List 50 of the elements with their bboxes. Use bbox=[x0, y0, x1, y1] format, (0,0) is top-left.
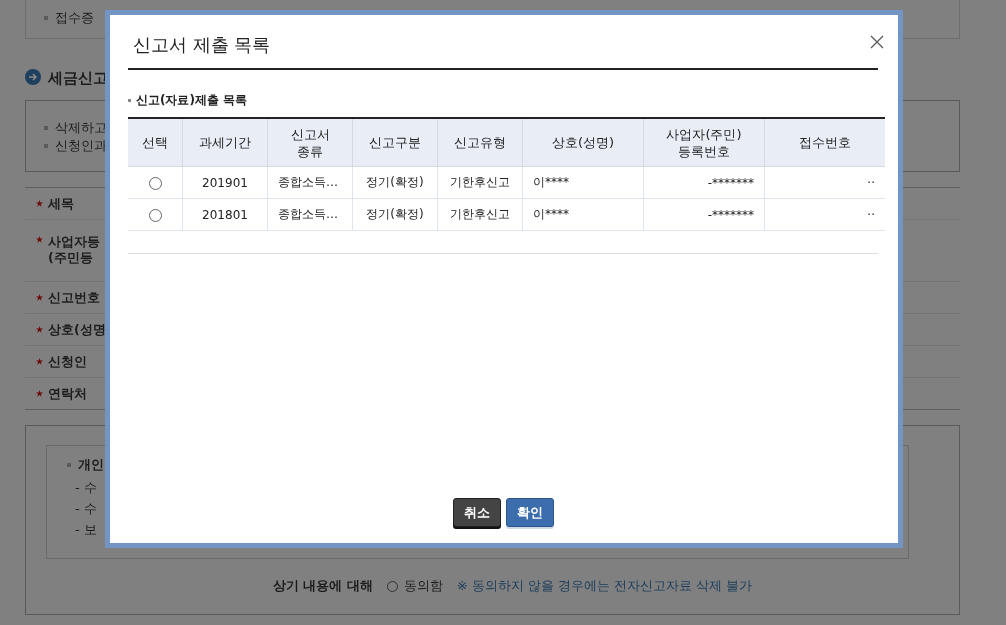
bullet-icon bbox=[67, 463, 71, 467]
column-header: 선택 bbox=[128, 118, 183, 167]
table-cell: 201801 bbox=[202, 207, 248, 222]
table-cell: 정기(확정) bbox=[366, 207, 424, 221]
table-cell: 기한후신고 bbox=[450, 207, 510, 221]
field-label: 사업자등 (주민등 bbox=[48, 234, 100, 266]
bullet-icon bbox=[44, 144, 48, 148]
table-caption: 신고(자료)제출 목록 bbox=[136, 92, 248, 109]
field-label: 연락처 bbox=[48, 385, 87, 402]
table-cell: 정기(확정) bbox=[366, 175, 424, 189]
table-cell: ·· bbox=[867, 207, 875, 222]
bullet-icon bbox=[44, 126, 48, 130]
consent-note: ※ 동의하지 않을 경우에는 전자신고자료 삭제 불가 bbox=[456, 577, 753, 595]
privacy-item: - 수 bbox=[75, 479, 97, 497]
table-cell: 기한후신고 bbox=[450, 175, 510, 189]
arrow-circle-icon bbox=[25, 68, 41, 88]
bullet-icon bbox=[128, 99, 131, 102]
bullet-icon bbox=[44, 16, 48, 20]
table-cell: 이**** bbox=[533, 207, 569, 221]
privacy-item: - 보 bbox=[75, 521, 97, 539]
column-header: 상호(성명) bbox=[522, 118, 644, 167]
section-title: 세금신고 bbox=[48, 68, 108, 88]
column-header: 신고구분 bbox=[352, 118, 438, 167]
consent-label: 상기 내용에 대해 bbox=[272, 577, 373, 595]
column-header: 사업자(주민) 등록번호 bbox=[643, 118, 765, 167]
field-label: 세목 bbox=[48, 195, 74, 212]
agree-label[interactable]: 동의함 bbox=[403, 577, 443, 595]
table-cell: ·· bbox=[867, 175, 875, 190]
column-header: 신고유형 bbox=[437, 118, 523, 167]
notice-text: 신청인과 bbox=[55, 137, 107, 155]
table-cell: -******* bbox=[707, 175, 754, 190]
table-cell: 종합소득… bbox=[278, 175, 338, 189]
column-header: 과세기간 bbox=[182, 118, 268, 167]
table-cell: 201901 bbox=[202, 175, 248, 190]
cancel-button[interactable]: 취소 bbox=[452, 498, 501, 527]
privacy-item: - 수 bbox=[75, 500, 97, 518]
dialog-title: 신고서 제출 목록 bbox=[133, 33, 271, 57]
table-cell: 이**** bbox=[533, 175, 569, 189]
notice-text: 삭제하고 bbox=[55, 119, 107, 137]
privacy-title: 개인 bbox=[78, 456, 104, 474]
table-cell: 종합소득… bbox=[278, 207, 338, 221]
field-label: 상호(성명 bbox=[48, 321, 106, 338]
notice-text: 접수증 bbox=[55, 9, 94, 27]
field-label: 신청인 bbox=[48, 353, 87, 370]
close-icon[interactable] bbox=[870, 35, 884, 49]
column-header: 신고서 종류 bbox=[267, 118, 353, 167]
table-cell: -******* bbox=[707, 207, 754, 222]
confirm-button[interactable]: 확인 bbox=[505, 498, 554, 527]
field-label: 신고번호 bbox=[48, 289, 100, 306]
column-header: 접수번호 bbox=[764, 118, 885, 167]
